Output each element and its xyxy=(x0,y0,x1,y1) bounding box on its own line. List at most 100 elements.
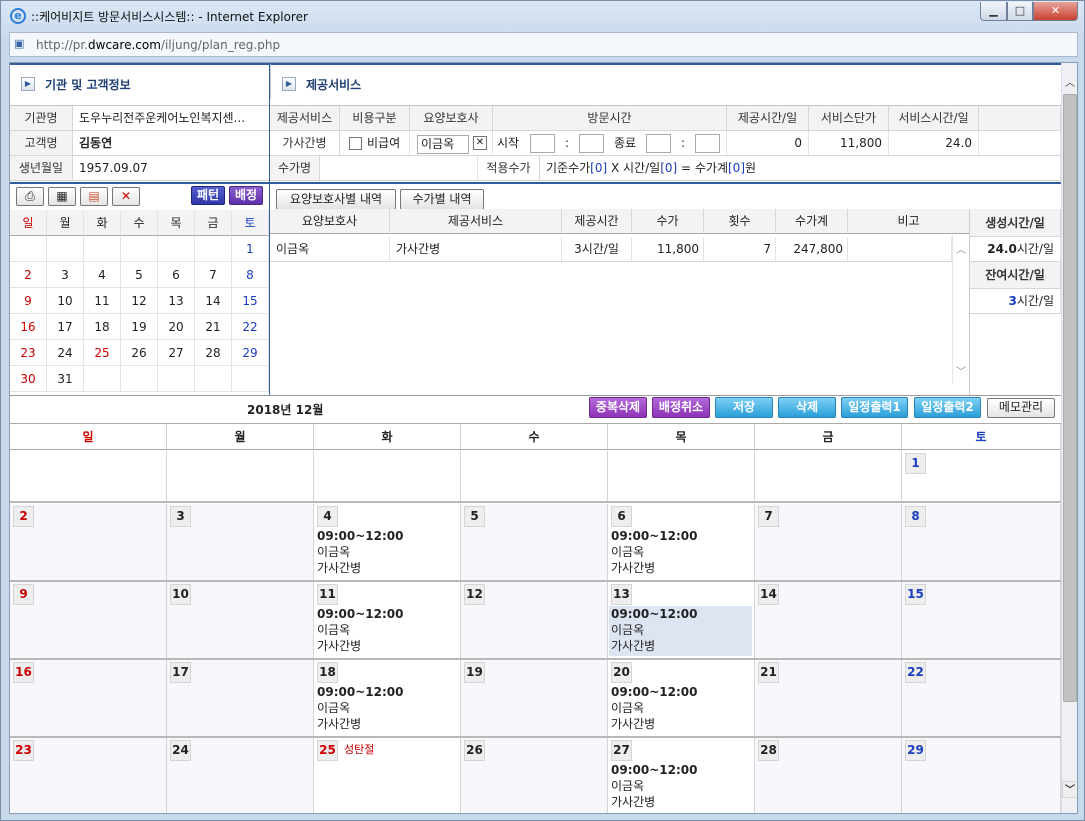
calendar-day-cell[interactable]: 10 xyxy=(167,582,314,658)
calendar-day-cell[interactable]: 28 xyxy=(755,738,902,813)
save-button[interactable]: 저장 xyxy=(715,397,773,418)
mini-cal-day[interactable]: 29 xyxy=(232,340,269,366)
calendar-day-cell[interactable]: 17 xyxy=(167,660,314,736)
mini-cal-day[interactable]: 31 xyxy=(47,366,84,392)
delete-schedule-icon-button[interactable]: ✕ xyxy=(112,187,140,206)
page-scrollbar[interactable]: ︿ ﹀ xyxy=(1061,63,1077,813)
scroll-down-icon[interactable]: ﹀ xyxy=(1062,781,1077,798)
minimize-button[interactable]: ▁ xyxy=(980,2,1007,21)
mini-cal-day[interactable]: 14 xyxy=(195,288,232,314)
schedule-event[interactable]: 09:00~12:00 이금옥 가사간병 xyxy=(317,606,456,656)
schedule-event[interactable]: 09:00~12:00 이금옥 가사간병 xyxy=(609,606,752,656)
mini-cal-day[interactable]: 16 xyxy=(10,314,47,340)
assign-cancel-button[interactable]: 배정취소 xyxy=(652,397,710,418)
schedule-icon-button[interactable]: ▤ xyxy=(80,187,108,206)
calendar-day-cell[interactable]: 22 xyxy=(902,660,1061,736)
mini-cal-day[interactable]: 20 xyxy=(158,314,195,340)
mini-cal-day[interactable]: 19 xyxy=(121,314,158,340)
mini-cal-day[interactable]: 10 xyxy=(47,288,84,314)
memo-button[interactable]: 메모관리 xyxy=(987,398,1055,418)
maximize-button[interactable]: □ xyxy=(1007,2,1033,21)
schedule-event[interactable]: 09:00~12:00 이금옥 가사간병 xyxy=(611,684,750,734)
mini-cal-day[interactable]: 17 xyxy=(47,314,84,340)
mini-cal-day[interactable]: 26 xyxy=(121,340,158,366)
pattern-button[interactable]: 패턴 xyxy=(191,186,225,205)
assign-button[interactable]: 배정 xyxy=(229,186,263,205)
nonpay-checkbox[interactable] xyxy=(349,137,362,150)
mini-cal-day[interactable]: 25 xyxy=(84,340,121,366)
client-name: 김동연 xyxy=(73,131,270,156)
mini-cal-day[interactable]: 24 xyxy=(47,340,84,366)
mini-cal-day[interactable]: 7 xyxy=(195,262,232,288)
scroll-thumb[interactable] xyxy=(1063,94,1077,702)
day-number: 19 xyxy=(464,662,485,683)
scroll-up-icon[interactable]: ︿ xyxy=(1062,75,1077,92)
address-bar[interactable]: ▣ http://pr.dwcare.com/iljung/plan_reg.p… xyxy=(9,32,1078,57)
end-min-input[interactable] xyxy=(695,134,720,153)
mini-cal-day[interactable]: 15 xyxy=(232,288,269,314)
calendar-day-cell[interactable]: 8 xyxy=(902,504,1061,580)
mini-cal-day[interactable]: 6 xyxy=(158,262,195,288)
calendar-day-cell[interactable]: 26 xyxy=(461,738,608,813)
calendar-day-cell[interactable]: 25 성탄절 xyxy=(314,738,461,813)
calendar-day-cell[interactable]: 24 xyxy=(167,738,314,813)
calendar-day-cell[interactable]: 9 xyxy=(10,582,167,658)
schedule-event[interactable]: 09:00~12:00 이금옥 가사간병 xyxy=(317,528,456,578)
start-hour-input[interactable] xyxy=(530,134,555,153)
mini-cal-day[interactable]: 3 xyxy=(47,262,84,288)
mini-cal-day[interactable]: 4 xyxy=(84,262,121,288)
start-min-input[interactable] xyxy=(579,134,604,153)
caregiver-input[interactable]: 이금옥 xyxy=(417,135,469,154)
schedule-event[interactable]: 09:00~12:00 이금옥 가사간병 xyxy=(317,684,456,734)
tab-by-fee[interactable]: 수가별 내역 xyxy=(400,189,484,210)
close-button[interactable]: ✕ xyxy=(1033,2,1078,21)
calendar-day-cell[interactable]: 3 xyxy=(167,504,314,580)
delete-button[interactable]: 삭제 xyxy=(778,397,836,418)
mini-cal-day[interactable]: 12 xyxy=(121,288,158,314)
end-hour-input[interactable] xyxy=(646,134,671,153)
mini-cal-day[interactable]: 30 xyxy=(10,366,47,392)
tab-by-caregiver[interactable]: 요양보호사별 내역 xyxy=(276,189,396,210)
calendar-day-cell[interactable]: 12 xyxy=(461,582,608,658)
calendar-day-cell[interactable]: 29 xyxy=(902,738,1061,813)
calendar-day-cell[interactable]: 15 xyxy=(902,582,1061,658)
calendar-day-cell[interactable]: 5 xyxy=(461,504,608,580)
calendar-day-cell[interactable]: 20 09:00~12:00 이금옥 가사간병 xyxy=(608,660,755,736)
calendar-icon-button[interactable]: ▦ xyxy=(48,187,76,206)
mini-cal-day[interactable]: 5 xyxy=(121,262,158,288)
clear-icon[interactable]: ✕ xyxy=(473,136,487,150)
calendar-day-cell[interactable]: 1 xyxy=(902,451,1061,501)
mini-cal-day[interactable]: 22 xyxy=(232,314,269,340)
mini-cal-day[interactable]: 2 xyxy=(10,262,47,288)
schedule-event[interactable]: 09:00~12:00 이금옥 가사간병 xyxy=(611,528,750,578)
mini-cal-day[interactable]: 28 xyxy=(195,340,232,366)
mini-cal-day[interactable]: 9 xyxy=(10,288,47,314)
mini-cal-day[interactable]: 13 xyxy=(158,288,195,314)
print-icon-button[interactable]: ⎙ xyxy=(16,187,44,206)
calendar-day-cell[interactable]: 27 09:00~12:00 이금옥 가사간병 xyxy=(608,738,755,813)
mini-cal-day[interactable]: 1 xyxy=(232,236,269,262)
schedule-event[interactable]: 09:00~12:00 이금옥 가사간병 xyxy=(611,762,750,813)
print1-button[interactable]: 일정출력1 xyxy=(841,397,908,418)
calendar-day-cell[interactable]: 11 09:00~12:00 이금옥 가사간병 xyxy=(314,582,461,658)
calendar-day-cell[interactable]: 4 09:00~12:00 이금옥 가사간병 xyxy=(314,504,461,580)
calendar-day-cell[interactable]: 14 xyxy=(755,582,902,658)
calendar-day-cell[interactable]: 2 xyxy=(10,504,167,580)
mini-cal-day[interactable]: 27 xyxy=(158,340,195,366)
calendar-day-cell[interactable]: 21 xyxy=(755,660,902,736)
calendar-day-cell[interactable]: 7 xyxy=(755,504,902,580)
print2-button[interactable]: 일정출력2 xyxy=(914,397,981,418)
mini-cal-day[interactable]: 8 xyxy=(232,262,269,288)
calendar-day-cell[interactable]: 13 09:00~12:00 이금옥 가사간병 xyxy=(608,582,755,658)
calendar-day-cell[interactable]: 6 09:00~12:00 이금옥 가사간병 xyxy=(608,504,755,580)
calendar-day-cell[interactable]: 19 xyxy=(461,660,608,736)
mini-cal-day[interactable]: 23 xyxy=(10,340,47,366)
detail-scrollbar[interactable]: ︿ ﹀ xyxy=(952,235,969,383)
dup-delete-button[interactable]: 중복삭제 xyxy=(589,397,647,418)
mini-cal-day[interactable]: 11 xyxy=(84,288,121,314)
calendar-day-cell[interactable]: 16 xyxy=(10,660,167,736)
mini-cal-day[interactable]: 21 xyxy=(195,314,232,340)
mini-cal-day[interactable]: 18 xyxy=(84,314,121,340)
calendar-day-cell[interactable]: 18 09:00~12:00 이금옥 가사간병 xyxy=(314,660,461,736)
calendar-day-cell[interactable]: 23 xyxy=(10,738,167,813)
